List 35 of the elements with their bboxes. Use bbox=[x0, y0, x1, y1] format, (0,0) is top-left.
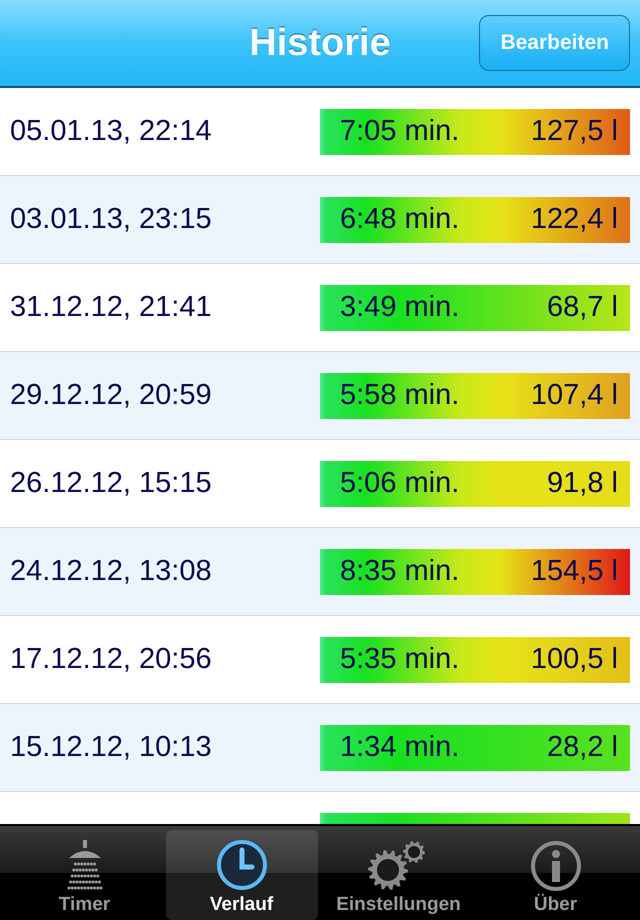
date-time: 26.12.12, 15:15 bbox=[10, 467, 212, 500]
duration: 6:48 min. bbox=[340, 203, 460, 236]
duration: 5:06 min. bbox=[340, 467, 460, 500]
water-volume: 68,7 l bbox=[547, 291, 618, 324]
tab[interactable]: Verlauf bbox=[166, 830, 318, 920]
date-time: 03.01.13, 23:15 bbox=[10, 203, 212, 236]
duration: 7:05 min. bbox=[340, 115, 460, 148]
screen-title: Historie bbox=[249, 22, 391, 64]
history-row[interactable]: 29.12.12, 20:59 5:58 min. 107,4 l bbox=[0, 352, 640, 440]
duration: 8:35 min. bbox=[340, 555, 460, 588]
water-volume: 122,4 l bbox=[530, 203, 618, 236]
water-volume: 91,8 l bbox=[547, 467, 618, 500]
info-icon bbox=[530, 840, 582, 892]
water-volume: 154,5 l bbox=[530, 555, 618, 588]
history-row[interactable]: 15.12.12, 10:13 1:34 min. 28,2 l bbox=[0, 704, 640, 792]
duration: 5:58 min. bbox=[340, 379, 460, 412]
tab[interactable]: Über bbox=[480, 830, 632, 920]
date-time: 17.12.12, 20:56 bbox=[10, 643, 212, 676]
date-time: 29.12.12, 20:59 bbox=[10, 379, 212, 412]
date-time: 24.12.12, 13:08 bbox=[10, 555, 212, 588]
duration: 1:34 min. bbox=[340, 731, 460, 764]
duration: 3:49 min. bbox=[340, 291, 460, 324]
date-time: 15.12.12, 10:13 bbox=[10, 731, 212, 764]
clock-icon bbox=[214, 838, 268, 892]
date-time: 31.12.12, 21:41 bbox=[10, 291, 212, 324]
water-volume: 127,5 l bbox=[530, 115, 618, 148]
date-time: 05.01.13, 22:14 bbox=[10, 115, 212, 148]
history-row[interactable]: 24.12.12, 13:08 8:35 min. 154,5 l bbox=[0, 528, 640, 616]
history-row[interactable]: 03.01.13, 23:15 6:48 min. 122,4 l bbox=[0, 176, 640, 264]
water-volume: 107,4 l bbox=[530, 379, 618, 412]
water-volume: 28,2 l bbox=[547, 731, 618, 764]
tab[interactable]: Einstellungen bbox=[322, 830, 474, 920]
water-volume: 100,5 l bbox=[530, 643, 618, 676]
tab[interactable]: Timer bbox=[8, 830, 160, 920]
duration: 5:35 min. bbox=[340, 643, 460, 676]
